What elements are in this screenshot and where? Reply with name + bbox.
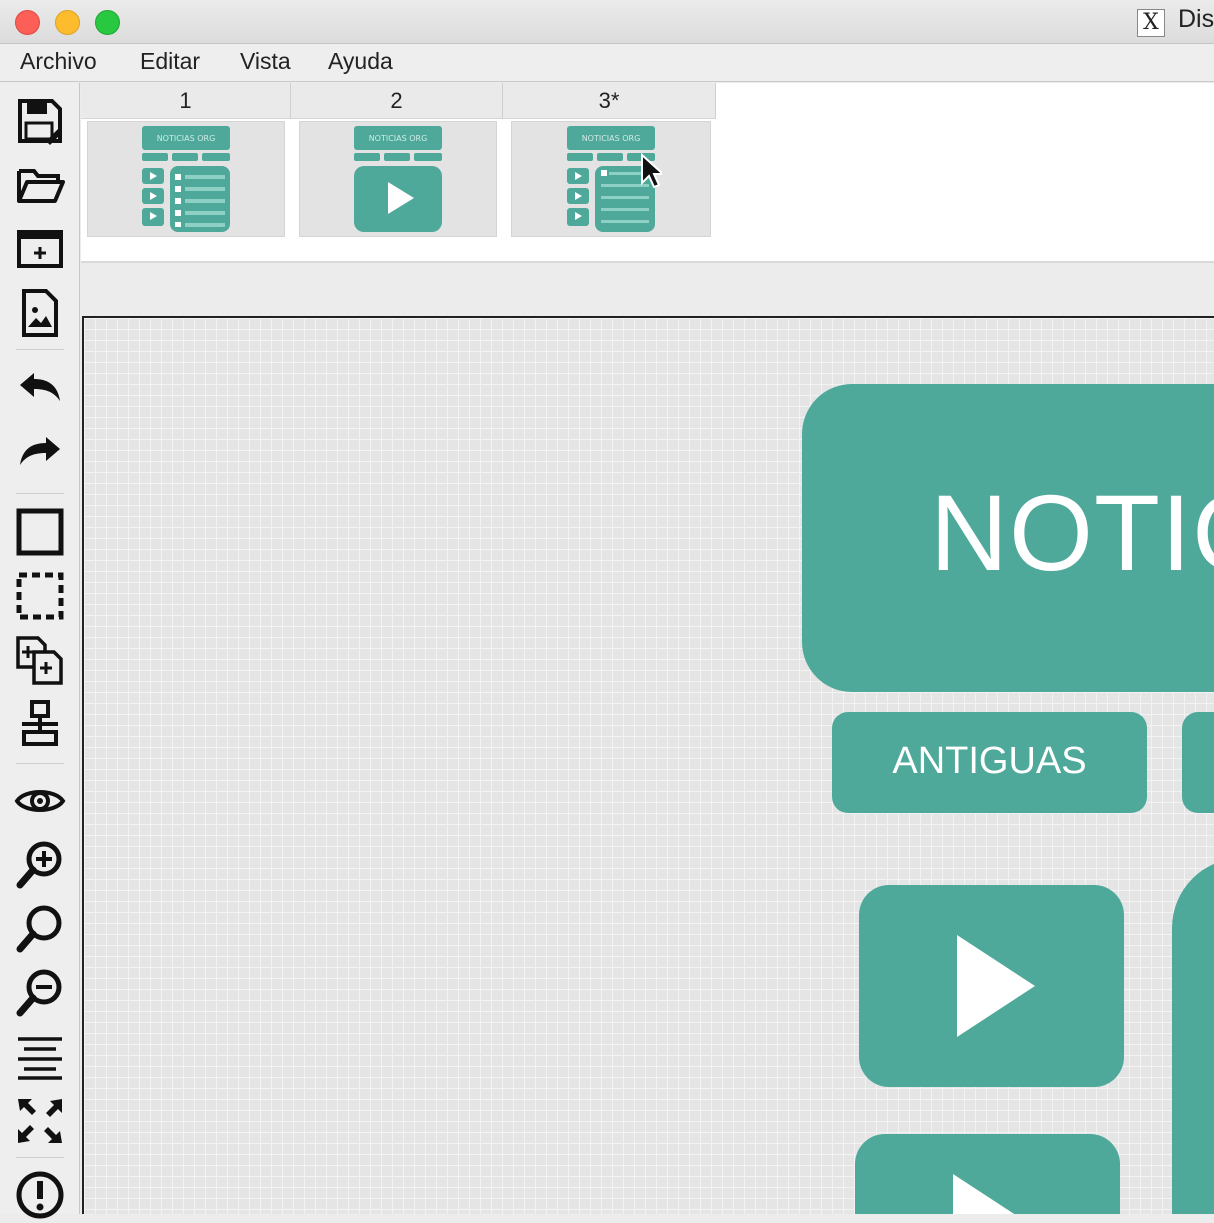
fullscreen-icon[interactable]: [12, 1093, 68, 1149]
page-tab-2[interactable]: 2: [291, 83, 503, 119]
news-list-panel[interactable]: [1172, 858, 1214, 1214]
zoom-reset-icon[interactable]: [12, 901, 68, 957]
page-tab-3[interactable]: 3*: [503, 83, 716, 119]
title-bar: X Dis: [0, 0, 1214, 44]
banner-text: NOTIC: [930, 472, 1214, 593]
rectangle-icon[interactable]: [12, 504, 68, 560]
open-folder-icon[interactable]: [12, 157, 68, 213]
play-icon: [957, 935, 1035, 1037]
copy-icon[interactable]: [12, 632, 68, 688]
alert-icon[interactable]: [12, 1167, 68, 1223]
menu-ayuda[interactable]: Ayuda: [328, 48, 393, 75]
thumb-header-text: NOTICIAS ORG: [157, 134, 216, 143]
page-tab-1[interactable]: 1: [81, 83, 291, 119]
svg-text:NOTICIAS ORG: NOTICIAS ORG: [369, 134, 428, 143]
maximize-window-button[interactable]: [95, 10, 120, 35]
antiguas-button[interactable]: ANTIGUAS: [832, 712, 1147, 813]
undo-icon[interactable]: [12, 359, 68, 415]
align-icon[interactable]: [12, 696, 68, 752]
header-banner[interactable]: NOTIC: [802, 384, 1214, 692]
page-thumbnail-3[interactable]: NOTICIAS ORG: [511, 121, 711, 237]
zoom-in-icon[interactable]: [12, 837, 68, 893]
nav-button-partial[interactable]: [1182, 712, 1214, 813]
image-icon[interactable]: [12, 285, 68, 341]
zoom-out-icon[interactable]: [12, 965, 68, 1021]
page-thumbnail-2[interactable]: NOTICIAS ORG: [299, 121, 497, 237]
minimize-window-button[interactable]: [55, 10, 80, 35]
window-title: Dis: [1178, 5, 1214, 33]
menu-vista[interactable]: Vista: [240, 48, 291, 75]
mouse-cursor-icon: [641, 153, 662, 189]
preview-eye-icon[interactable]: [12, 773, 68, 829]
x11-icon: X: [1137, 9, 1165, 37]
video-play-button[interactable]: [855, 1134, 1120, 1214]
selection-icon[interactable]: [12, 568, 68, 624]
svg-text:NOTICIAS ORG: NOTICIAS ORG: [582, 134, 641, 143]
close-window-button[interactable]: [15, 10, 40, 35]
save-icon[interactable]: [12, 93, 68, 149]
menu-archivo[interactable]: Archivo: [20, 48, 97, 75]
pages-canvas-divider: [81, 261, 1214, 316]
new-page-icon[interactable]: [12, 221, 68, 277]
menu-editar[interactable]: Editar: [140, 48, 200, 75]
play-icon: [953, 1174, 1031, 1214]
page-thumbnail-1[interactable]: NOTICIAS ORG: [87, 121, 285, 237]
video-play-button[interactable]: [859, 885, 1124, 1087]
redo-icon[interactable]: [12, 423, 68, 479]
menu-bar: Archivo Editar Vista Ayuda: [0, 44, 1214, 82]
text-align-icon[interactable]: [12, 1029, 68, 1085]
design-canvas[interactable]: NOTIC ANTIGUAS: [82, 316, 1214, 1214]
left-toolbar: [0, 83, 80, 1219]
